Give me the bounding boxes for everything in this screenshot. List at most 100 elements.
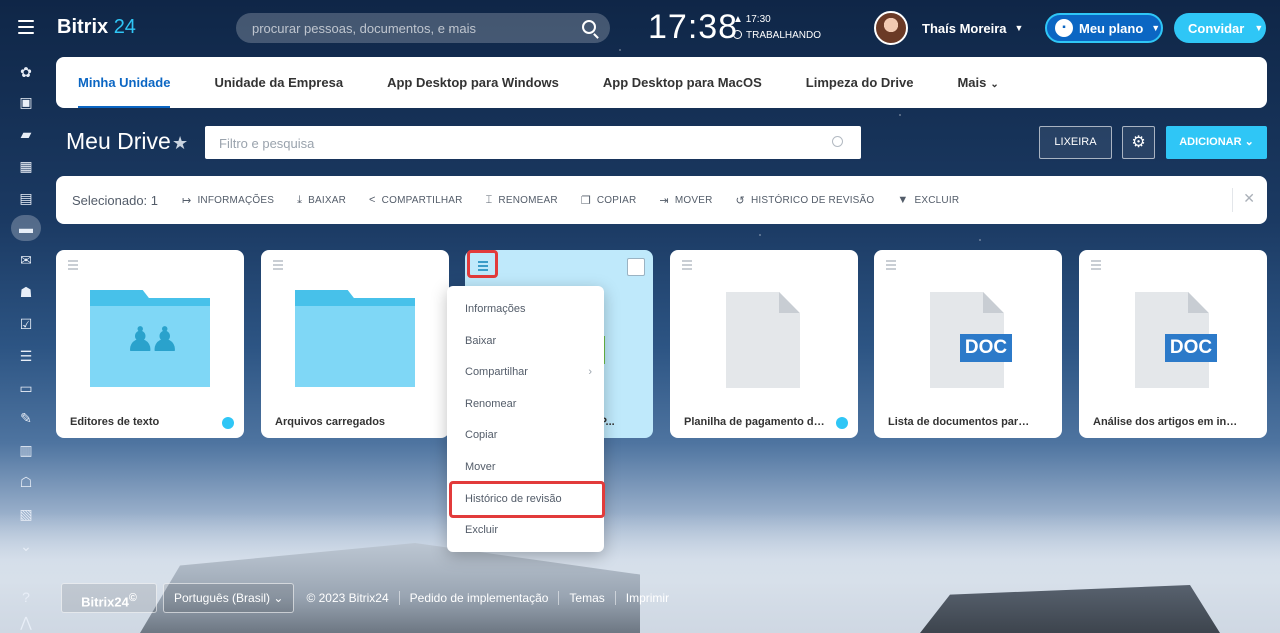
file-tile[interactable]: DOC Análise dos artigos em inglês.docx (1079, 250, 1267, 438)
shared-icon (836, 417, 848, 429)
info-icon: ↦ (182, 194, 192, 207)
filter-search-input[interactable]: Filtro e pesquisa (205, 126, 861, 159)
tile-menu-icon[interactable] (682, 260, 692, 272)
tile-menu-icon[interactable] (886, 260, 896, 272)
tile-menu-icon[interactable] (273, 260, 283, 272)
global-search-input[interactable]: procurar pessoas, documentos, e mais (236, 13, 610, 43)
tab-drive-cleanup[interactable]: Limpeza do Drive (806, 57, 914, 108)
clock[interactable]: 17:38 (648, 8, 738, 47)
highlight-revision-history (449, 481, 605, 518)
share-action[interactable]: < COMPARTILHAR (369, 194, 463, 206)
tile-menu-icon[interactable] (1091, 260, 1101, 272)
close-icon[interactable]: ✕ (1243, 190, 1255, 207)
tab-company-drive[interactable]: Unidade da Empresa (214, 57, 343, 108)
box-icon[interactable]: ▧ (18, 506, 34, 522)
menu-item-share[interactable]: Compartilhar › (447, 357, 604, 389)
tile-title[interactable]: Planilha de pagamento de ou... (684, 416, 830, 428)
footer-copyright: © 2023 Bitrix24 (306, 591, 389, 605)
crm-icon[interactable]: ☰ (18, 348, 34, 364)
trash-button[interactable]: LIXEIRA (1039, 126, 1112, 159)
move-action[interactable]: ⇥ MOVER (659, 194, 712, 207)
file-tile[interactable]: Arquivos carregados (261, 250, 449, 438)
download-icon: ⤓ (297, 193, 303, 206)
documents-icon[interactable]: ▤ (18, 190, 34, 206)
gear-icon[interactable]: ⚙ (1122, 126, 1155, 159)
footer: Bitrix24© Português (Brasil) ⌄ © 2023 Bi… (61, 583, 679, 613)
filter-placeholder: Filtro e pesquisa (219, 136, 315, 151)
chevron-down-icon: ▼ (1254, 23, 1264, 33)
file-tile[interactable]: DOC Lista de documentos para audito... (874, 250, 1062, 438)
menu-item-delete[interactable]: Excluir (447, 515, 604, 547)
checklist-icon[interactable]: ☑ (18, 316, 34, 332)
tile-title[interactable]: Análise dos artigos em inglês.docx (1093, 416, 1239, 428)
mail-icon[interactable]: ✉ (18, 252, 34, 268)
user-name[interactable]: Thaís Moreira (922, 21, 1007, 36)
search-icon[interactable] (582, 20, 596, 34)
selection-count: Selecionado: 1 (72, 192, 159, 208)
sign-icon[interactable]: ✎ (18, 410, 34, 426)
drive-tabs: Minha Unidade Unidade da Empresa App Des… (56, 57, 1267, 108)
groups-icon[interactable]: ☗ (18, 284, 34, 300)
briefcase-icon: ▪ (1055, 19, 1073, 37)
divider (1232, 188, 1233, 212)
delete-action[interactable]: ▼ EXCLUIR (897, 194, 959, 206)
revision-history-action[interactable]: ↺ HISTÓRICO DE REVISÃO (736, 194, 875, 207)
invite-button[interactable]: Convidar ▼ (1174, 13, 1266, 43)
chevron-right-icon: › (588, 366, 592, 379)
menu-item-copy[interactable]: Copiar (447, 420, 604, 452)
tile-title[interactable]: Arquivos carregados (275, 416, 421, 428)
language-select[interactable]: Português (Brasil) ⌄ (163, 583, 295, 613)
menu-item-rename[interactable]: Renomear (447, 389, 604, 421)
chevron-down-icon[interactable]: ▼ (1015, 23, 1024, 33)
bitrix-logo[interactable]: Bitrix 24 (57, 16, 136, 39)
store-icon[interactable]: ▭ (18, 380, 34, 396)
shared-icon (222, 417, 234, 429)
bell-icon: ▲ (733, 14, 743, 25)
menu-item-move[interactable]: Mover (447, 452, 604, 484)
tasks-icon[interactable]: ▣ (18, 94, 34, 110)
footer-link-print[interactable]: Imprimir (614, 591, 679, 605)
download-action[interactable]: ⤓ BAIXAR (297, 194, 346, 207)
tab-more[interactable]: Mais ⌄ (957, 57, 998, 108)
trash-icon: ▼ (897, 194, 909, 206)
selection-action-bar: Selecionado: 1 ↦ INFORMAÇÕES ⤓ BAIXAR < COM… (56, 176, 1267, 224)
footer-link-implementation[interactable]: Pedido de implementação (398, 591, 559, 605)
work-status[interactable]: ▲ 17:30 TRABALHANDO (733, 12, 821, 44)
menu-item-download[interactable]: Baixar (447, 326, 604, 358)
tile-title[interactable]: Lista de documentos para audito... (888, 416, 1034, 428)
left-sidebar: ✿ ▣ ▰ ▦ ▤ ▬ ✉ ☗ ☑ ☰ ▭ ✎ ▥ ☖ ▧ ⌄ ? ⋀ (0, 0, 52, 633)
calendar-icon[interactable]: ▦ (18, 158, 34, 174)
footer-link-themes[interactable]: Temas (558, 591, 614, 605)
user-menu[interactable]: Thaís Moreira ▼ (874, 11, 1023, 45)
search-icon[interactable] (832, 136, 843, 147)
add-button[interactable]: ADICIONAR ⌄ (1166, 126, 1267, 159)
sitemap-icon[interactable]: ⋀ (18, 614, 34, 630)
file-tile[interactable]: ♟♟ Editores de texto (56, 250, 244, 438)
tab-my-drive[interactable]: Minha Unidade (78, 57, 171, 108)
copy-action[interactable]: ❐ COPIAR (581, 194, 637, 207)
info-action[interactable]: ↦ INFORMAÇÕES (182, 194, 274, 207)
footer-brand[interactable]: Bitrix24© (61, 583, 157, 613)
star-icon[interactable]: ★ (172, 133, 188, 154)
select-checkbox[interactable] (627, 258, 645, 276)
feed-icon[interactable]: ✿ (18, 64, 34, 80)
tile-menu-icon[interactable] (68, 260, 78, 272)
my-plan-button[interactable]: ▪ Meu plano ▼ (1045, 13, 1163, 43)
tile-title[interactable]: Editores de texto (70, 416, 216, 428)
doc-badge: DOC (960, 334, 1012, 362)
avatar[interactable] (874, 11, 908, 45)
tab-desktop-macos[interactable]: App Desktop para MacOS (603, 57, 762, 108)
rename-action[interactable]: ⌶ RENOMEAR (486, 194, 558, 207)
robot-icon[interactable]: ☖ (18, 474, 34, 490)
drive-icon[interactable]: ▬ (18, 220, 34, 236)
more-icon[interactable]: ⌄ (18, 538, 34, 554)
tab-desktop-windows[interactable]: App Desktop para Windows (387, 57, 559, 108)
chat-icon[interactable]: ▰ (18, 126, 34, 142)
contact-card-icon[interactable]: ▥ (18, 442, 34, 458)
help-icon[interactable]: ? (18, 589, 34, 605)
menu-item-info[interactable]: Informações (447, 294, 604, 326)
menu-icon[interactable] (18, 20, 34, 34)
move-icon: ⇥ (659, 194, 669, 207)
highlight-menu-icon (467, 250, 498, 278)
file-tile[interactable]: Planilha de pagamento de ou... (670, 250, 858, 438)
